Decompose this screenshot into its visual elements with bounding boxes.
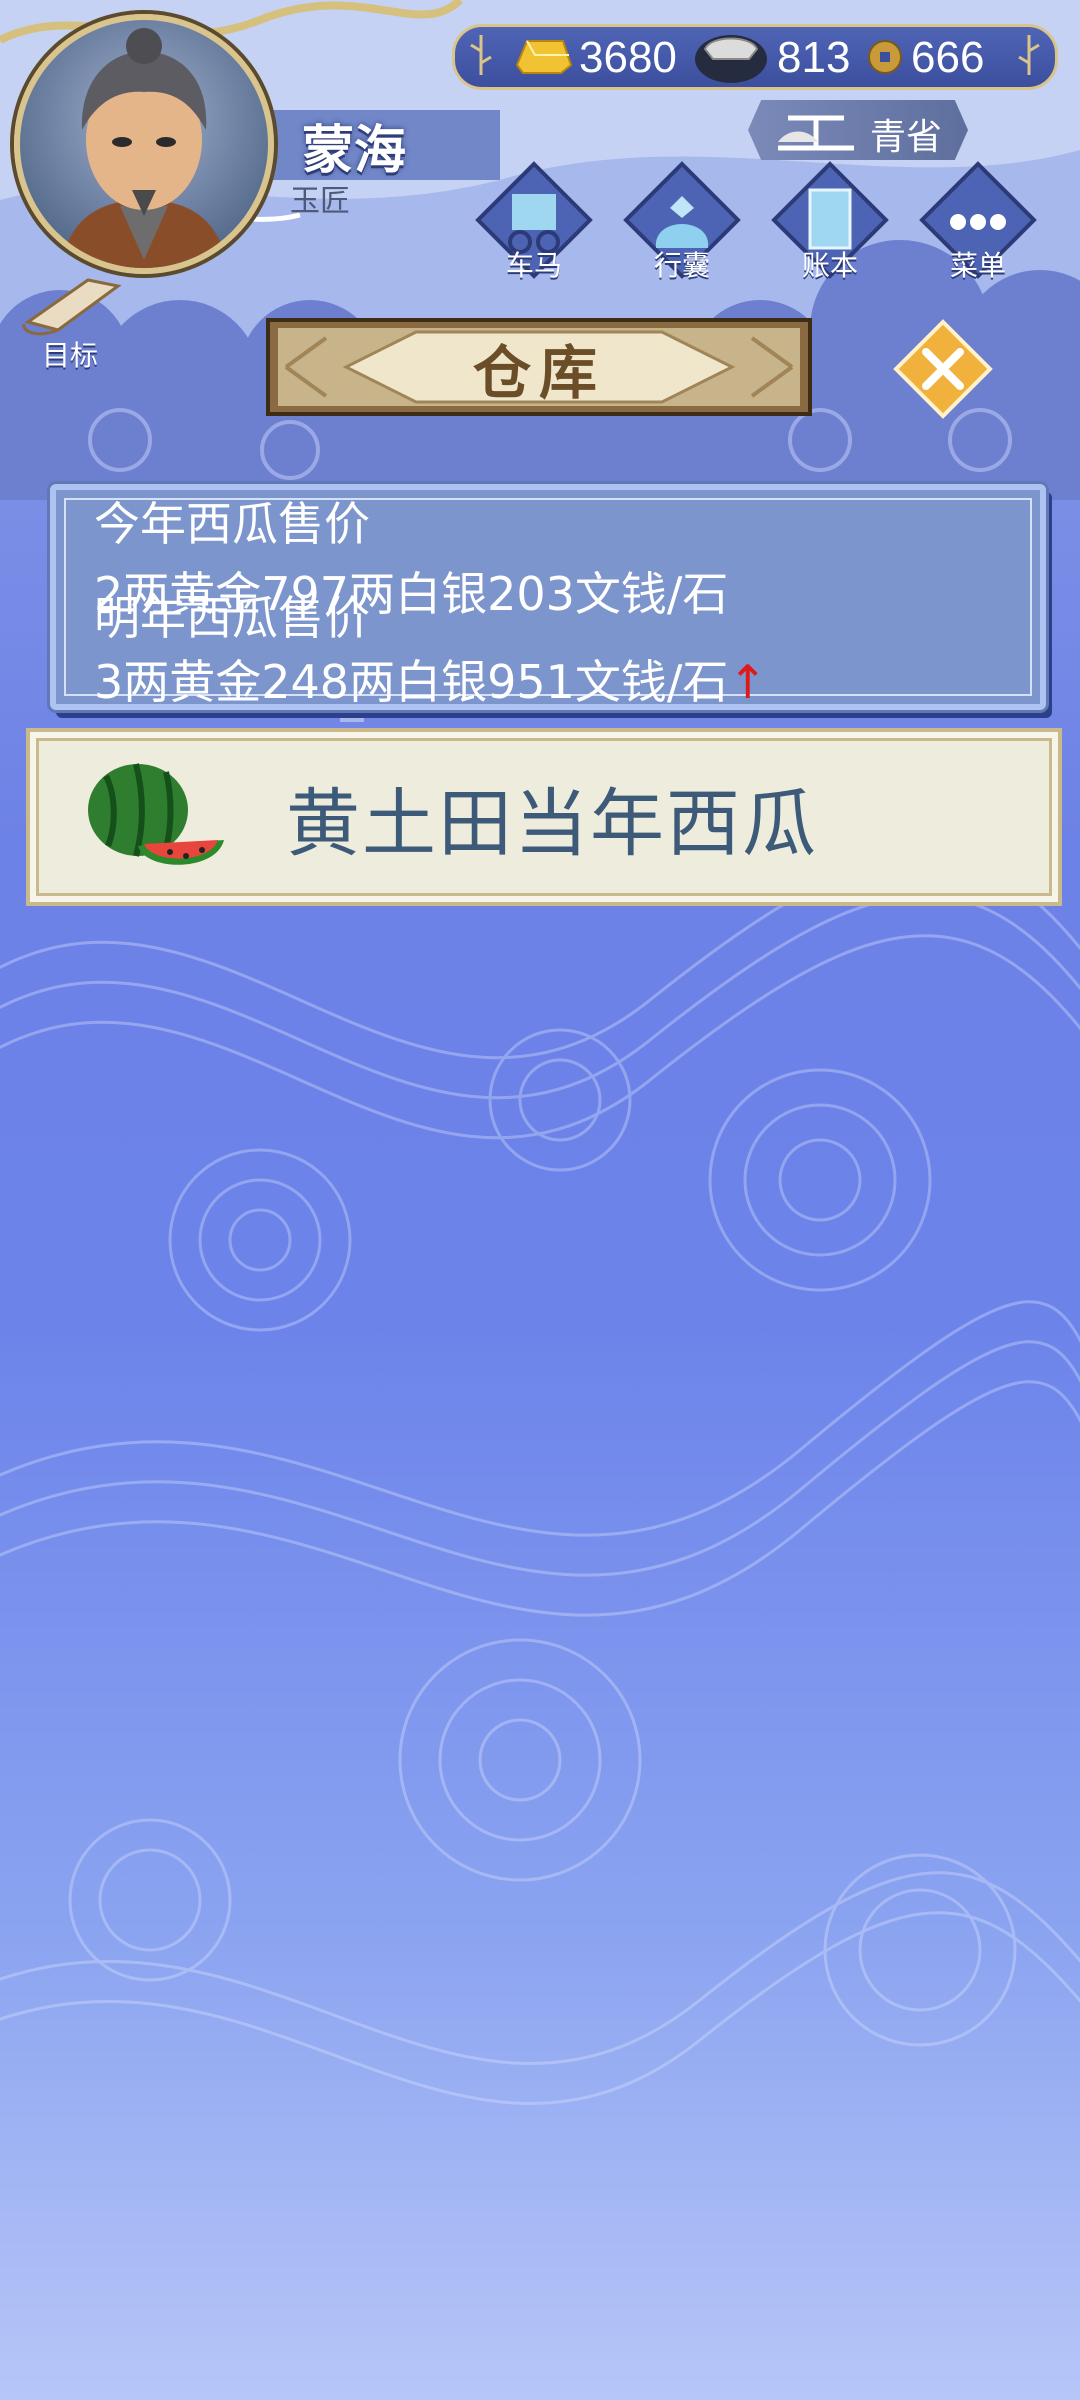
player-name: 蒙海 <box>302 121 407 181</box>
close-icon[interactable] <box>892 318 994 420</box>
next-year-price-value: 3两黄金248两白银951文钱/石 <box>94 655 729 709</box>
player-avatar[interactable] <box>14 14 274 274</box>
watermelon-icon <box>88 763 224 865</box>
bamboo-left-icon <box>470 35 492 75</box>
nav-ledger-label: 账本 <box>801 249 858 282</box>
scroll-icon[interactable] <box>18 272 128 342</box>
silver-amount: 813 <box>777 33 851 82</box>
nav-bundle-label: 行囊 <box>653 249 710 282</box>
currency-bar: 3680 813 666 <box>452 24 1058 90</box>
player-title: 玉匠 <box>290 184 350 219</box>
copper-amount: 666 <box>911 33 985 82</box>
scale-icon <box>778 115 854 151</box>
character-portrait-icon <box>60 28 228 268</box>
next-year-price-heading: 明年西瓜售价 <box>94 591 370 645</box>
gold-amount: 3680 <box>579 33 677 82</box>
price-up-arrow: ↑ <box>728 655 767 709</box>
panel-scroll-handle[interactable] <box>340 718 364 722</box>
goal-label[interactable]: 目标 <box>42 334 98 374</box>
this-year-price-heading: 今年西瓜售价 <box>94 497 370 551</box>
region-name: 青省 <box>870 117 943 158</box>
item-name: 黄土田当年西瓜 <box>286 781 818 867</box>
bamboo-right-icon <box>1018 35 1040 75</box>
page-title: 仓库 <box>472 339 605 407</box>
nav-menu-label: 菜单 <box>949 249 1006 282</box>
copper-coin-icon <box>868 40 902 74</box>
nav-carriage-label: 车马 <box>505 249 562 282</box>
gold-ingot-icon <box>515 40 573 74</box>
silver-ingot-icon <box>695 35 767 83</box>
next-year-price-line: 3两黄金248两白银951文钱/石↑ <box>94 646 767 712</box>
